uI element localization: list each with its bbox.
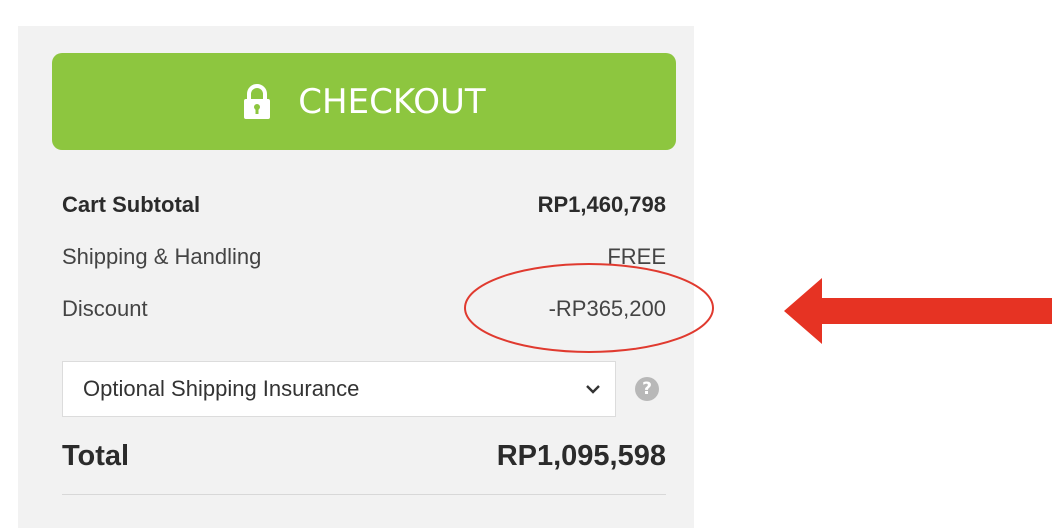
cart-subtotal-label: Cart Subtotal [62,192,201,217]
lock-icon [244,83,271,119]
shipping-label: Shipping & Handling [62,244,262,269]
total-label: Total [62,440,130,472]
chevron-down-icon [586,385,600,394]
shipping-insurance-select[interactable]: Optional Shipping Insurance [62,361,616,417]
shipping-insurance-selected: Optional Shipping Insurance [83,376,360,401]
help-icon[interactable]: ? [635,377,659,401]
total-row: Total RP1,095,598 [62,440,666,473]
shipping-value: FREE [607,244,666,269]
order-summary-panel: CHECKOUT Cart Subtotal RP1,460,798 Shipp… [18,26,694,528]
cart-subtotal-value: RP1,460,798 [537,192,666,217]
red-arrow-annotation [784,278,1052,344]
shipping-row: Shipping & Handling FREE [62,244,666,270]
discount-value: -RP365,200 [548,296,666,321]
cart-subtotal-row: Cart Subtotal RP1,460,798 [62,192,666,218]
page: CHECKOUT Cart Subtotal RP1,460,798 Shipp… [0,0,1062,528]
checkout-button[interactable]: CHECKOUT [52,53,676,150]
discount-label: Discount [62,296,148,321]
checkout-label: CHECKOUT [298,81,486,122]
divider [62,494,666,495]
discount-row: Discount -RP365,200 [62,296,666,322]
total-value: RP1,095,598 [496,440,666,472]
